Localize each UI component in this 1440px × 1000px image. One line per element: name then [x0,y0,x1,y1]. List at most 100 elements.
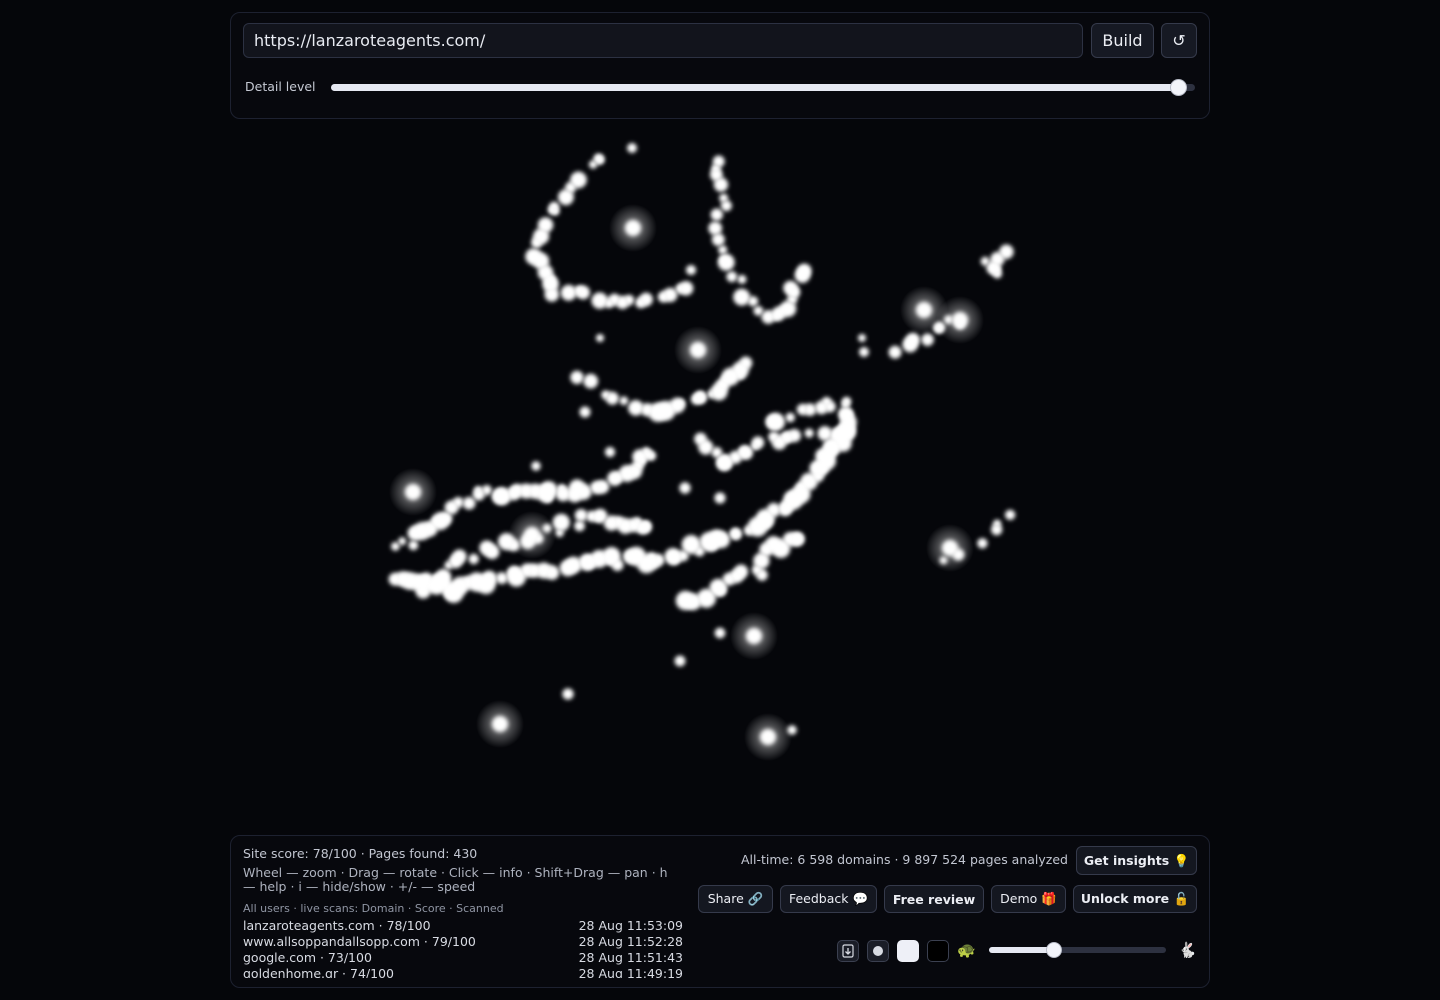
graph-node[interactable] [888,345,902,359]
list-item[interactable]: www.allsoppandallsopp.com · 79/100 28 Au… [243,934,683,950]
graph-node[interactable] [462,496,476,510]
share-button[interactable]: Share 🔗 [698,885,773,913]
graph-node[interactable] [398,537,407,546]
graph-node[interactable] [623,294,635,306]
graph-node[interactable] [767,412,786,431]
reload-button[interactable]: ↺ [1161,23,1197,58]
graph-node[interactable] [652,553,665,567]
graph-node[interactable] [733,288,751,306]
graph-node[interactable] [544,287,560,302]
graph-node[interactable] [718,245,728,255]
graph-node[interactable] [619,396,629,406]
graph-node[interactable] [942,540,958,556]
graph-node[interactable] [468,553,479,565]
graph-node[interactable] [713,531,731,549]
demo-button[interactable]: Demo 🎁 [991,885,1066,913]
detail-level-slider[interactable] [331,79,1195,96]
dark-theme-button[interactable] [927,940,949,962]
graph-node[interactable] [714,492,726,504]
graph-node[interactable] [557,189,574,206]
graph-node[interactable] [435,568,452,585]
graph-node[interactable] [760,729,776,745]
graph-node[interactable] [674,655,686,667]
graph-node[interactable] [627,143,637,153]
graph-node[interactable] [605,391,619,405]
graph-node[interactable] [595,155,605,165]
graph-node[interactable] [916,302,932,318]
graph-node[interactable] [858,334,866,342]
graph-node[interactable] [999,244,1014,260]
graph-node[interactable] [595,333,605,343]
graph-node[interactable] [768,431,780,443]
graph-node[interactable] [685,264,697,276]
graph-node[interactable] [906,332,920,347]
graph-node[interactable] [575,483,592,500]
graph-node[interactable] [679,482,691,494]
graph-node[interactable] [708,221,723,236]
graph-node[interactable] [710,208,724,221]
graph-node[interactable] [611,558,624,572]
graph-node[interactable] [804,428,814,438]
graph-node[interactable] [481,484,492,496]
light-theme-button[interactable] [897,940,919,962]
graph-node[interactable] [714,627,726,639]
graph-node[interactable] [663,287,678,303]
graph-node[interactable] [481,570,498,587]
graph-node[interactable] [730,528,742,540]
detail-level-thumb[interactable] [1169,79,1187,96]
graph-node[interactable] [719,255,729,265]
node-style-button[interactable] [867,940,889,962]
build-button[interactable]: Build [1091,23,1154,58]
speed-thumb[interactable] [1046,942,1063,958]
download-button[interactable] [837,940,859,962]
free-review-button[interactable]: Free review [884,885,984,913]
graph-node[interactable] [756,569,768,581]
list-item[interactable]: goldenhome.gr · 74/100 28 Aug 11:49:19 [243,966,683,978]
graph-node[interactable] [574,520,585,532]
graph-node[interactable] [531,461,541,471]
graph-node[interactable] [747,296,759,307]
graph-node[interactable] [642,447,651,456]
graph-node[interactable] [639,292,653,307]
graph-node[interactable] [726,271,738,283]
graph-node[interactable] [415,575,431,591]
graph-node[interactable] [690,342,706,358]
graph-node[interactable] [711,233,725,247]
graph-node[interactable] [859,347,869,357]
graph-node[interactable] [641,521,651,531]
graph-node[interactable] [583,373,599,389]
graph-node[interactable] [495,572,508,585]
graph-node[interactable] [797,263,812,278]
graph-node[interactable] [484,544,500,560]
graph-node[interactable] [560,284,577,301]
graph-node[interactable] [570,370,584,385]
graph-node[interactable] [824,401,836,413]
graph-node[interactable] [405,484,421,500]
graph-node[interactable] [544,565,560,580]
graph-node[interactable] [579,406,591,418]
graph-node[interactable] [751,436,765,449]
graph-node[interactable] [547,205,557,215]
graph-node[interactable] [552,513,570,532]
graph-node[interactable] [408,540,419,551]
list-item[interactable]: lanzaroteagents.com · 78/100 28 Aug 11:5… [243,918,683,934]
graph-node[interactable] [492,716,508,732]
unlock-more-button[interactable]: Unlock more 🔓 [1073,885,1197,913]
graph-node[interactable] [783,280,798,296]
graph-node[interactable] [562,688,574,700]
graph-node[interactable] [595,479,610,494]
graph-node[interactable] [604,446,616,458]
graph-node[interactable] [737,274,747,284]
graph-node[interactable] [817,426,833,441]
graph-node[interactable] [952,312,968,328]
graph-node[interactable] [715,585,727,597]
graph-node[interactable] [803,403,817,417]
graph-node[interactable] [1004,509,1016,521]
graph-node[interactable] [977,538,988,549]
graph-node[interactable] [576,285,591,300]
graph-node[interactable] [474,486,483,495]
graph-node[interactable] [524,527,540,543]
graph-node[interactable] [574,508,588,522]
graph-node[interactable] [993,519,1002,528]
url-input[interactable] [243,23,1083,58]
